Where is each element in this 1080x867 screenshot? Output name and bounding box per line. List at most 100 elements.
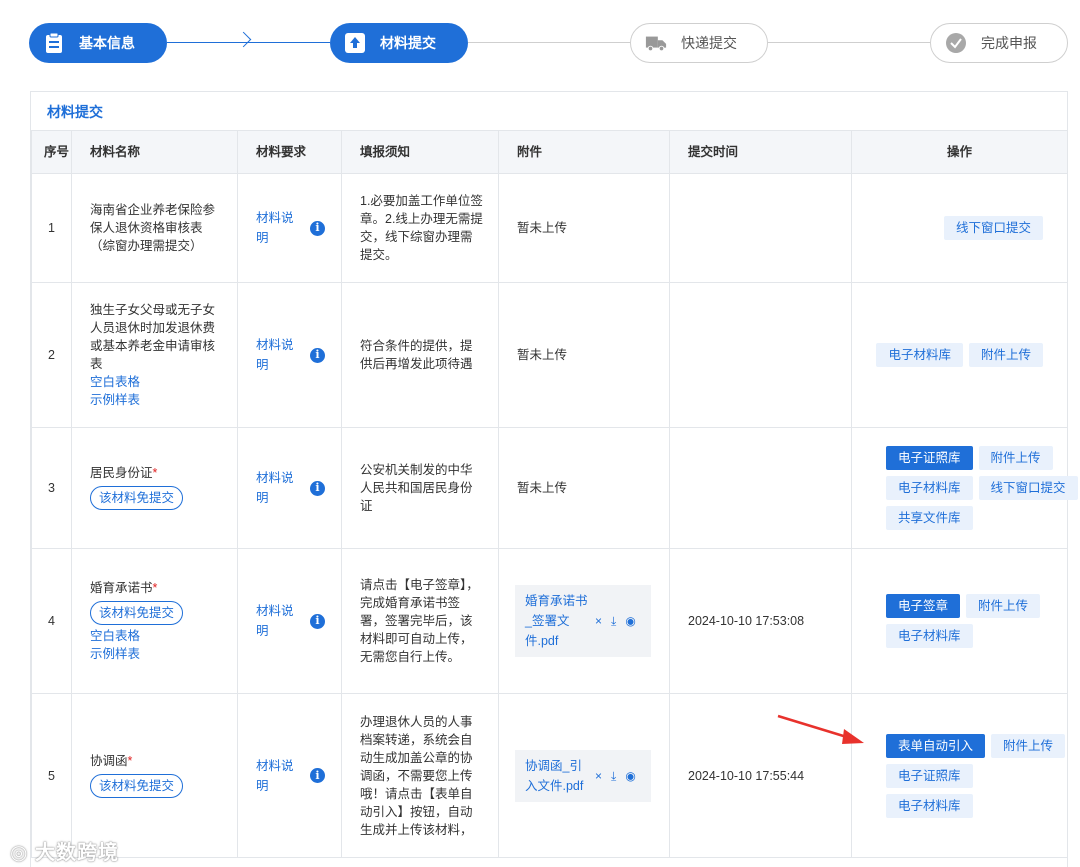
preview-icon[interactable]: ◉ bbox=[625, 612, 635, 630]
notice-cell: 1.必要加盖工作单位签章。2.线上办理无需提交，线下综窗办理需提交。 bbox=[341, 173, 499, 283]
file-name-link[interactable]: 协调函_引入文件.pdf bbox=[525, 756, 591, 796]
header-notice: 填报须知 bbox=[341, 130, 499, 174]
red-arrow-annotation bbox=[777, 714, 864, 744]
requirement-cell: 材料说明 i bbox=[237, 173, 342, 283]
actions-cell: 电子签章 附件上传 电子材料库 bbox=[851, 548, 1068, 694]
material-desc-link[interactable]: 材料说明 bbox=[256, 335, 298, 375]
material-desc-link[interactable]: 材料说明 bbox=[256, 468, 298, 508]
notice-cell: 公安机关制发的中华人民共和国居民身份证 bbox=[341, 427, 499, 549]
row-index: 5 bbox=[31, 693, 72, 858]
step-label: 材料提交 bbox=[380, 35, 436, 51]
e-license-library-button[interactable]: 电子证照库 bbox=[886, 763, 973, 788]
attachment-cell: 协调函_引入文件.pdf × ⤓ ◉ bbox=[498, 693, 670, 858]
e-signature-button[interactable]: 电子签章 bbox=[886, 594, 961, 618]
info-icon[interactable]: i bbox=[310, 480, 325, 496]
material-name-text: 婚育承诺书 bbox=[90, 581, 153, 595]
table-row: 2 独生子女父母或无子女人员退休时加发退休费或基本养老金申请审核表 空白表格 示… bbox=[31, 282, 1068, 428]
material-desc-link[interactable]: 材料说明 bbox=[256, 756, 298, 796]
panel-title: 材料提交 bbox=[47, 104, 103, 120]
attachment-upload-button[interactable]: 附件上传 bbox=[966, 594, 1041, 618]
step-label: 基本信息 bbox=[79, 35, 135, 51]
attachment-upload-button[interactable]: 附件上传 bbox=[968, 343, 1043, 367]
delete-icon[interactable]: × bbox=[595, 612, 602, 630]
header-name: 材料名称 bbox=[71, 130, 238, 174]
attachment-upload-button[interactable]: 附件上传 bbox=[991, 733, 1066, 758]
offline-submit-button[interactable]: 线下窗口提交 bbox=[943, 216, 1043, 240]
required-mark: * bbox=[152, 466, 158, 480]
sample-form-link[interactable]: 示例样表 bbox=[90, 645, 237, 663]
notice-cell: 请点击【电子签章】，完成婚育承诺书签署，签署完毕后，该材料即可自动上传，无需您自… bbox=[341, 548, 499, 694]
attachment-status: 暂未上传 bbox=[498, 427, 670, 549]
download-icon[interactable]: ⤓ bbox=[611, 767, 616, 785]
clipboard-icon bbox=[43, 32, 65, 54]
e-license-library-button[interactable]: 电子证照库 bbox=[886, 446, 973, 470]
offline-submit-button[interactable]: 线下窗口提交 bbox=[978, 476, 1078, 500]
blank-form-link[interactable]: 空白表格 bbox=[90, 627, 237, 645]
form-auto-import-button[interactable]: 表单自动引入 bbox=[886, 733, 986, 758]
material-name: 婚育承诺书* 该材料免提交 空白表格 示例样表 bbox=[71, 548, 238, 694]
notice-cell: 办理退休人员的人事档案转递，系统会自动生成加盖公章的协调函，不需要您上传哦！请点… bbox=[341, 693, 499, 858]
delete-icon[interactable]: × bbox=[595, 767, 602, 785]
actions-cell: 线下窗口提交 bbox=[851, 173, 1068, 283]
materials-table: 序号 材料名称 材料要求 填报须知 附件 提交时间 操作 1 海南省企业养老保险… bbox=[31, 130, 1078, 858]
e-material-library-button[interactable]: 电子材料库 bbox=[886, 793, 973, 818]
table-row: 1 海南省企业养老保险参保人退休资格审核表（综窗办理需提交） 材料说明 i 1.必… bbox=[31, 173, 1068, 283]
step-connector bbox=[768, 42, 930, 43]
file-card: 婚育承诺书_签署文件.pdf × ⤓ ◉ bbox=[515, 585, 651, 657]
header-requirement: 材料要求 bbox=[237, 130, 342, 174]
exempt-tag: 该材料免提交 bbox=[90, 601, 184, 625]
row-index: 3 bbox=[31, 427, 72, 549]
info-icon[interactable]: i bbox=[310, 768, 325, 783]
watermark: ◎ 大数跨境 bbox=[10, 836, 119, 865]
material-name: 独生子女父母或无子女人员退休时加发退休费或基本养老金申请审核表 空白表格 示例样… bbox=[71, 282, 238, 428]
submit-time bbox=[669, 427, 852, 549]
info-icon[interactable]: i bbox=[310, 613, 325, 629]
submit-time bbox=[669, 173, 852, 283]
actions-cell: 表单自动引入 附件上传 电子证照库 电子材料库 bbox=[851, 693, 1068, 858]
chevron-right-icon bbox=[235, 31, 252, 48]
e-material-library-button[interactable]: 电子材料库 bbox=[886, 476, 973, 500]
table-row: 3 居民身份证* 该材料免提交 材料说明 i 公安机关制发的中华人民共和国居民身份… bbox=[31, 427, 1078, 549]
sample-form-link[interactable]: 示例样表 bbox=[90, 391, 221, 409]
info-icon[interactable]: i bbox=[310, 347, 325, 363]
step-express[interactable]: 快递提交 bbox=[630, 23, 768, 63]
requirement-cell: 材料说明 i bbox=[237, 548, 342, 694]
download-icon[interactable]: ⤓ bbox=[611, 612, 616, 630]
step-progress: 基本信息 材料提交 快递提交 完成申报 bbox=[0, 0, 1080, 90]
attachment-cell: 婚育承诺书_签署文件.pdf × ⤓ ◉ bbox=[498, 548, 670, 694]
attachment-upload-button[interactable]: 附件上传 bbox=[978, 446, 1053, 470]
file-name-link[interactable]: 婚育承诺书_签署文件.pdf bbox=[525, 591, 591, 651]
material-name-text: 独生子女父母或无子女人员退休时加发退休费或基本养老金申请审核表 bbox=[90, 303, 216, 371]
step-materials[interactable]: 材料提交 bbox=[330, 23, 468, 63]
step-complete[interactable]: 完成申报 bbox=[930, 23, 1068, 63]
step-connector bbox=[468, 42, 630, 43]
requirement-cell: 材料说明 i bbox=[237, 427, 342, 549]
preview-icon[interactable]: ◉ bbox=[625, 767, 635, 785]
file-card: 协调函_引入文件.pdf × ⤓ ◉ bbox=[515, 749, 651, 802]
material-desc-link[interactable]: 材料说明 bbox=[256, 601, 298, 641]
header-index: 序号 bbox=[31, 130, 72, 174]
material-name-text: 协调函 bbox=[90, 753, 128, 768]
attachment-status: 暂未上传 bbox=[498, 173, 670, 283]
material-name-text: 海南省企业养老保险参保人退休资格审核表（综窗办理需提交） bbox=[90, 203, 216, 253]
truck-icon bbox=[645, 32, 667, 54]
material-name: 居民身份证* 该材料免提交 bbox=[71, 427, 238, 549]
materials-panel: 材料提交 序号 材料名称 材料要求 填报须知 附件 提交时间 操作 1 海南省企… bbox=[30, 91, 1078, 867]
header-time: 提交时间 bbox=[669, 130, 852, 174]
info-icon[interactable]: i bbox=[310, 220, 325, 236]
e-material-library-button[interactable]: 电子材料库 bbox=[876, 343, 963, 367]
row-index: 2 bbox=[31, 282, 72, 428]
required-mark: * bbox=[152, 581, 158, 595]
requirement-cell: 材料说明 i bbox=[237, 693, 342, 858]
table-row: 5 协调函* 该材料免提交 材料说明 i 办理退休人员的人事档案转递，系统会自动生… bbox=[31, 693, 1068, 858]
step-basic-info[interactable]: 基本信息 bbox=[29, 23, 167, 63]
e-material-library-button[interactable]: 电子材料库 bbox=[886, 624, 973, 648]
shared-file-library-button[interactable]: 共享文件库 bbox=[886, 506, 973, 530]
step-label: 快递提交 bbox=[681, 35, 737, 51]
row-index: 1 bbox=[31, 173, 72, 283]
check-circle-icon bbox=[945, 32, 967, 54]
header-attachment: 附件 bbox=[498, 130, 670, 174]
blank-form-link[interactable]: 空白表格 bbox=[90, 373, 221, 391]
material-desc-link[interactable]: 材料说明 bbox=[256, 208, 298, 248]
material-name: 协调函* 该材料免提交 bbox=[71, 693, 238, 858]
